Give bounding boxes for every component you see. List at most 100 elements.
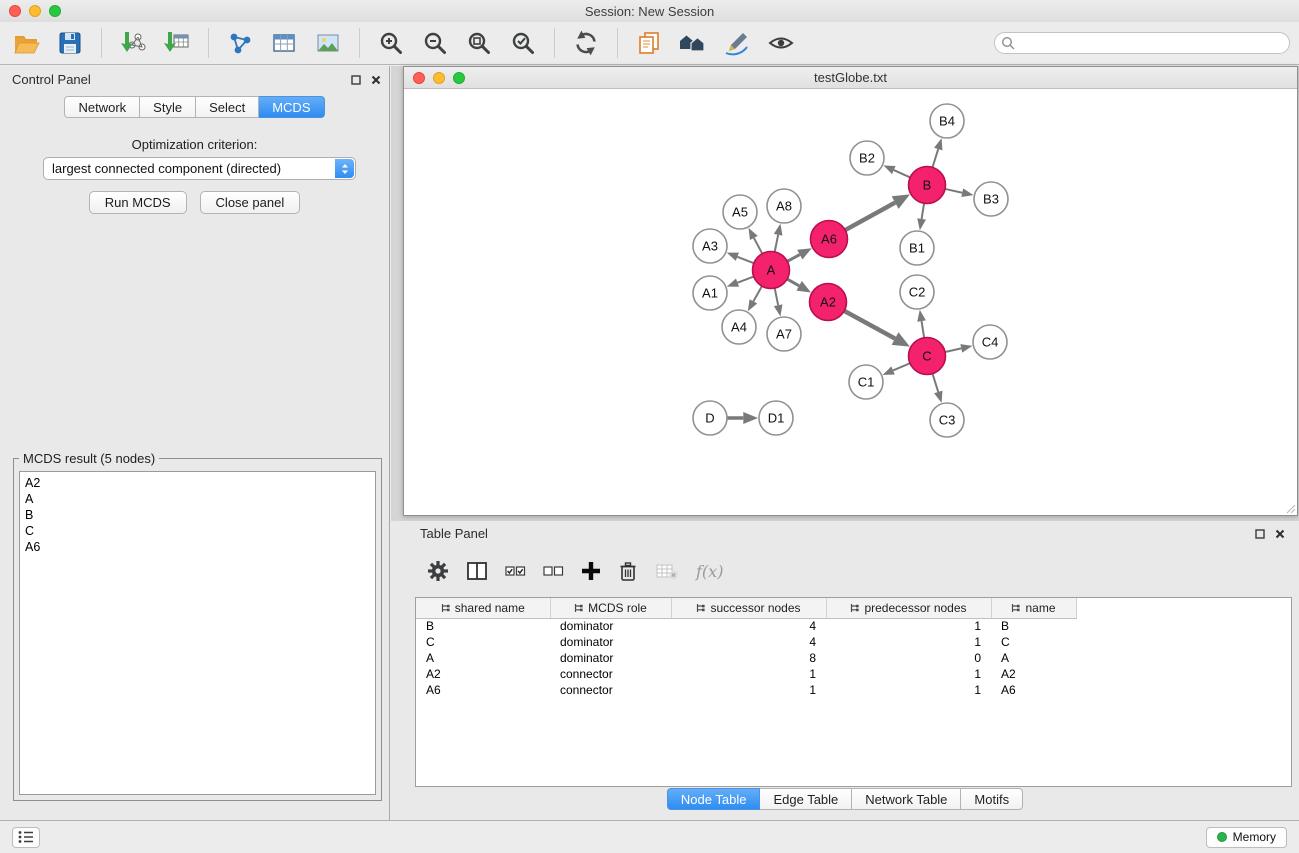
status-bar: Memory <box>0 820 1299 853</box>
tab-network[interactable]: Network <box>64 96 140 118</box>
gear-icon <box>427 560 449 582</box>
graph-edge-C-C4[interactable] <box>945 348 961 352</box>
window-title: Session: New Session <box>0 4 1299 19</box>
import-network-button[interactable] <box>115 25 151 61</box>
toolbar-separator <box>101 28 102 58</box>
search-field[interactable] <box>994 32 1290 54</box>
export-image-button[interactable] <box>310 25 346 61</box>
graph-node-label-B: B <box>923 178 932 193</box>
graph-edge-B-B3[interactable] <box>945 189 962 193</box>
documents-button[interactable] <box>631 25 667 61</box>
close-panel-button[interactable] <box>371 75 381 85</box>
network-canvas[interactable]: B4B2BB3A5A8A6B1A3AC2A1A2A4A7C4CC1C3DD1 <box>404 89 1297 515</box>
plus-icon <box>581 561 601 581</box>
export-network-button[interactable] <box>222 25 258 61</box>
resize-grip-icon[interactable] <box>1286 504 1296 514</box>
delete-column-button[interactable] <box>618 560 638 582</box>
import-table-button[interactable] <box>159 25 195 61</box>
graph-edge-arrowhead <box>934 391 942 403</box>
open-session-button[interactable] <box>8 25 44 61</box>
tab-mcds[interactable]: MCDS <box>259 96 324 118</box>
pen-icon <box>723 30 751 56</box>
select-all-button[interactable] <box>505 563 526 579</box>
search-input[interactable] <box>1019 36 1283 50</box>
graph-edge-A-A1[interactable] <box>738 277 754 283</box>
network-minimize-button[interactable] <box>433 72 445 84</box>
graph-node-label-B2: B2 <box>859 151 875 166</box>
float-table-panel-button[interactable] <box>1255 529 1265 539</box>
apply-layout-button[interactable] <box>568 25 604 61</box>
column-header-mcds-role[interactable]: MCDS role <box>550 598 671 618</box>
close-table-panel-button[interactable] <box>1275 529 1285 539</box>
graph-edge-A2-C[interactable] <box>844 311 895 339</box>
graph-edge-A-A5[interactable] <box>754 238 762 254</box>
graph-node-label-A1: A1 <box>702 286 718 301</box>
network-zoom-button[interactable] <box>453 72 465 84</box>
zoom-out-icon <box>422 30 448 56</box>
column-header-shared-name[interactable]: shared name <box>416 598 550 618</box>
graph-edge-B-B1[interactable] <box>922 203 924 219</box>
tab-style[interactable]: Style <box>140 96 196 118</box>
graph-node-label-B1: B1 <box>909 241 925 256</box>
zoom-window-button[interactable] <box>49 5 61 17</box>
table-row[interactable]: A dominator 8 0 A <box>416 650 1076 666</box>
network-close-button[interactable] <box>413 72 425 84</box>
network-home-button[interactable] <box>675 25 711 61</box>
tab-node-table[interactable]: Node Table <box>667 788 761 810</box>
show-columns-button[interactable] <box>466 561 488 581</box>
graph-edge-A-A4[interactable] <box>753 286 762 301</box>
graph-edge-A-A7[interactable] <box>775 288 778 305</box>
tab-network-table[interactable]: Network Table <box>852 788 961 810</box>
close-panel-push-button[interactable]: Close panel <box>200 191 301 214</box>
graph-edge-B-B4[interactable] <box>933 149 939 167</box>
tab-select[interactable]: Select <box>196 96 259 118</box>
zoom-selected-button[interactable] <box>505 25 541 61</box>
node-table: shared name MCDS role successor nodes pr… <box>415 597 1292 787</box>
column-header-name[interactable]: name <box>991 598 1076 618</box>
graph-edge-C-C3[interactable] <box>933 374 939 392</box>
delete-table-button[interactable] <box>655 561 679 581</box>
network-graph: B4B2BB3A5A8A6B1A3AC2A1A2A4A7C4CC1C3DD1 <box>404 89 1297 515</box>
tab-edge-table[interactable]: Edge Table <box>760 788 852 810</box>
table-row[interactable]: A6 connector 1 1 A6 <box>416 682 1076 698</box>
function-builder-button[interactable]: f(x) <box>696 562 723 581</box>
graph-edge-C-C2[interactable] <box>922 321 925 338</box>
close-window-button[interactable] <box>9 5 21 17</box>
zoom-out-button[interactable] <box>417 25 453 61</box>
tab-motifs[interactable]: Motifs <box>961 788 1023 810</box>
add-column-button[interactable] <box>581 561 601 581</box>
toggle-details-button[interactable] <box>763 25 799 61</box>
import-network-icon <box>119 30 147 56</box>
memory-button[interactable]: Memory <box>1206 827 1287 848</box>
graph-edge-B-B2[interactable] <box>894 170 910 177</box>
annotation-button[interactable] <box>719 25 755 61</box>
float-panel-button[interactable] <box>351 75 361 85</box>
column-header-predecessor-nodes[interactable]: predecessor nodes <box>826 598 991 618</box>
save-session-button[interactable] <box>52 25 88 61</box>
table-row[interactable]: A2 connector 1 1 A2 <box>416 666 1076 682</box>
run-mcds-button[interactable]: Run MCDS <box>89 191 187 214</box>
export-table-button[interactable] <box>266 25 302 61</box>
criterion-select[interactable]: largest connected component (directed) <box>43 157 356 180</box>
graph-edge-A-A6[interactable] <box>787 255 799 262</box>
table-settings-button[interactable] <box>427 560 449 582</box>
graph-edge-A-A8[interactable] <box>775 235 778 252</box>
deselect-all-button[interactable] <box>543 563 564 579</box>
zoom-fit-button[interactable] <box>461 25 497 61</box>
float-icon <box>351 75 361 85</box>
graph-edge-arrowhead <box>727 279 739 287</box>
memory-label: Memory <box>1233 830 1276 844</box>
zoom-in-button[interactable] <box>373 25 409 61</box>
minimize-window-button[interactable] <box>29 5 41 17</box>
task-history-button[interactable] <box>12 827 40 848</box>
graph-edge-C-C1[interactable] <box>893 363 910 370</box>
network-window-titlebar[interactable]: testGlobe.txt <box>404 67 1297 89</box>
graph-edge-A-A3[interactable] <box>737 257 753 263</box>
column-header-successor-nodes[interactable]: successor nodes <box>671 598 826 618</box>
table-row[interactable]: C dominator 4 1 C <box>416 634 1076 650</box>
mcds-result-list[interactable]: A2 A B C A6 <box>19 471 376 795</box>
graph-edge-A6-B[interactable] <box>845 203 895 231</box>
table-row[interactable]: B dominator 4 1 B <box>416 618 1076 634</box>
result-item: C <box>25 523 370 539</box>
graph-edge-A-A2[interactable] <box>787 279 799 286</box>
